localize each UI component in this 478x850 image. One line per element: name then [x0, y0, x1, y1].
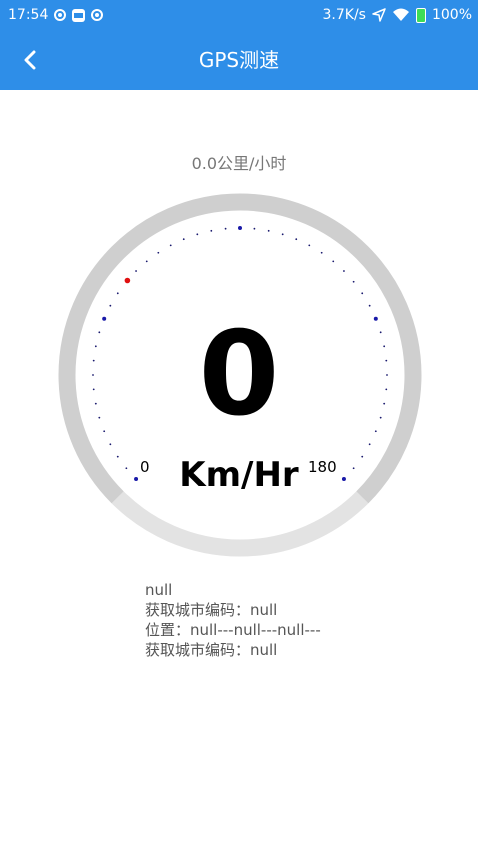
speed-unit: Km/Hr	[179, 455, 299, 495]
minor-tick	[361, 292, 364, 295]
notification-icon	[91, 9, 104, 21]
toolbar: GPS测速	[0, 30, 478, 90]
speed-value: 0	[198, 307, 280, 442]
minor-tick	[224, 227, 227, 230]
status-left: 17:54	[8, 7, 104, 23]
minor-tick	[320, 251, 323, 254]
notification-icon	[54, 9, 67, 21]
info-line: 获取城市编码：null	[145, 601, 278, 619]
location-icon	[372, 8, 386, 22]
minor-tick	[135, 270, 137, 272]
minor-tick	[343, 270, 345, 272]
gauge-ring-bottom	[111, 491, 369, 557]
minor-tick	[295, 238, 298, 241]
speed-readout: 0.0公里/小时	[191, 154, 287, 173]
minor-tick	[145, 260, 148, 263]
minor-tick	[308, 244, 311, 247]
minor-tick	[109, 304, 112, 307]
battery-icon	[415, 7, 426, 23]
status-time: 17:54	[8, 7, 49, 23]
page-title: GPS测速	[198, 48, 280, 72]
minor-tick	[368, 304, 371, 307]
minor-tick	[109, 443, 112, 446]
minor-tick	[352, 280, 355, 283]
minor-tick	[281, 233, 284, 236]
needle-marker	[124, 277, 131, 284]
minor-tick	[253, 227, 256, 230]
app-header: 17:54 3.7K/s 100% GPS测速	[0, 0, 478, 90]
info-line: null	[145, 581, 173, 599]
scale-min-label: 0	[140, 458, 150, 476]
chevron-left-icon	[24, 50, 36, 70]
scale-max-label: 180	[308, 458, 337, 476]
info-line: 位置：null---null---null---	[145, 621, 321, 639]
minor-tick	[368, 443, 371, 446]
back-button[interactable]	[12, 42, 48, 78]
minor-tick	[116, 292, 119, 295]
status-right: 3.7K/s 100%	[323, 7, 473, 23]
network-speed: 3.7K/s	[322, 7, 366, 23]
minor-tick	[332, 260, 335, 263]
status-bar: 17:54 3.7K/s 100%	[0, 0, 478, 30]
wifi-icon	[392, 8, 409, 21]
info-line: 获取城市编码：null	[145, 641, 278, 659]
minor-tick	[157, 251, 160, 254]
minor-tick	[267, 229, 270, 232]
gallery-icon	[72, 8, 86, 22]
minor-tick	[182, 238, 185, 241]
minor-tick	[196, 233, 199, 236]
location-info: null 获取城市编码：null 位置：null---null---null--…	[145, 580, 321, 660]
battery-level: 100%	[431, 7, 472, 23]
minor-tick	[210, 229, 213, 232]
minor-tick	[169, 244, 172, 247]
major-tick	[238, 226, 242, 230]
